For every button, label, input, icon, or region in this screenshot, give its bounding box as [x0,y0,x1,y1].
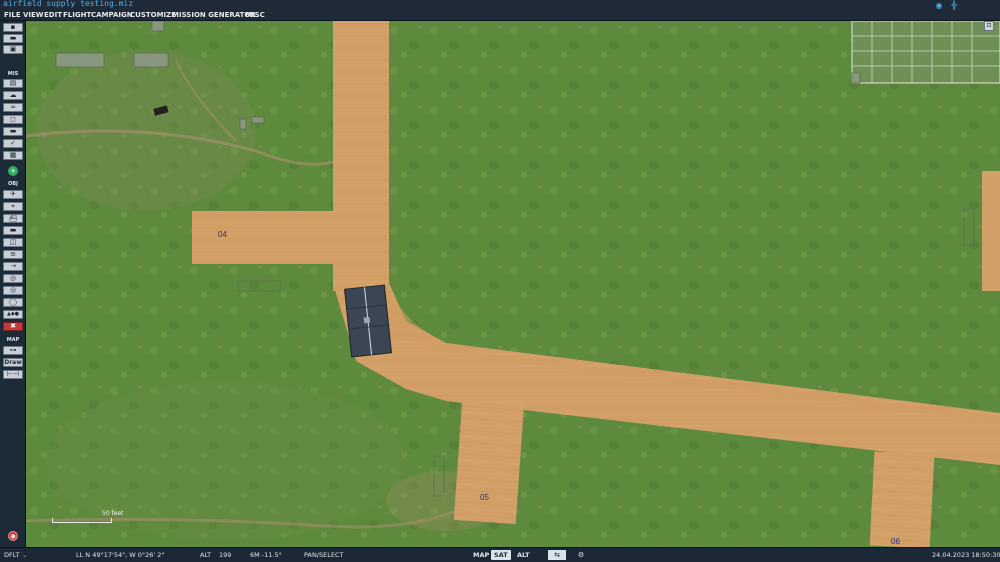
map-mode-alt[interactable]: ALT [514,550,533,560]
delete-icon[interactable]: ✖ [3,322,23,331]
menu-misc[interactable]: MISC [245,11,265,19]
draw-button[interactable]: Draw [3,358,23,367]
antenna-icon[interactable]: ╬ [949,1,959,10]
section-mis-label: MIS [7,71,19,77]
menu-bar: FILE VIEW EDIT FLIGHT CAMPAIGN CUSTOMIZE… [0,10,1000,21]
parked-aircraft [344,284,392,358]
map-view[interactable]: 04 05 06 50 feet ⊡ [26,21,1000,547]
fenced-grid-area [851,21,1000,84]
shapes-icon[interactable]: ▲◆● [3,310,23,319]
map-mode-sat[interactable]: SAT [491,550,511,560]
section-map-label: MAP [6,337,20,343]
static-object-icon[interactable]: ◫ [3,238,23,247]
taxiway-label-05: 05 [480,493,489,502]
helicopter-icon[interactable]: ⌖ [3,202,23,211]
compass-icon[interactable]: ◉ [8,531,18,541]
mode-label: PAN/SELECT [304,551,344,559]
add-group-icon[interactable]: + [8,166,18,176]
menu-file[interactable]: FILE [4,11,21,19]
goals-icon[interactable]: ◻ [3,115,23,124]
weather-icon[interactable]: ☁ [3,91,23,100]
ruler-icon[interactable]: ⊢⊣ [3,370,23,379]
map-close-icon[interactable]: ⊡ [984,21,994,31]
circle-zone-icon[interactable]: ◯ [3,298,23,307]
menu-edit[interactable]: EDIT [44,11,62,19]
aircraft-icon[interactable]: ✈ [3,190,23,199]
ship-icon[interactable]: ⛴ [3,214,23,223]
menu-flight[interactable]: FLIGHT [63,11,91,19]
briefing-icon[interactable]: ▤ [3,79,23,88]
save-icon[interactable]: ▣ [3,45,23,54]
profile-dropdown-icon[interactable]: ⌄ [22,551,27,559]
wifi-icon[interactable]: ◉ [934,1,944,10]
status-bar: DFLT ⌄ LL N 49°17'54", W 0°26' 2" ALT 19… [0,547,1000,562]
taxiway-label-06: 06 [891,537,900,546]
layers-icon[interactable]: ⇆ [548,550,566,560]
resources-icon[interactable]: ▬ [3,127,23,136]
date-time: 24.04.2023 18:50:30 [932,551,1000,559]
window-title: airfield supply testing.miz [3,0,134,8]
title-bar: airfield supply testing.miz ◉ ╬ [0,0,1000,10]
coordinates-readout: LL N 49°17'54", W 0°26' 2" [76,551,165,559]
measure-icon[interactable]: ⊶ [3,346,23,355]
menu-view[interactable]: VIEW [23,11,44,19]
menu-customize[interactable]: CUSTOMIZE [130,11,176,19]
check-icon[interactable]: ✓ [3,139,23,148]
menu-campaign[interactable]: CAMPAIGN [91,11,133,19]
altitude-label: ALT [200,551,212,559]
taxiway-label-04: 04 [218,230,227,239]
target-icon[interactable]: ◎ [3,286,23,295]
scale-label: 50 feet [102,510,124,517]
open-folder-icon[interactable]: ▬ [3,34,23,43]
settings-icon[interactable]: ⚙ [572,550,590,560]
triggers-icon[interactable]: ≈ [3,103,23,112]
zone-icon[interactable]: ◎ [3,274,23,283]
profile-label[interactable]: DFLT [4,551,19,559]
magnetic-variation: 6M -11.5° [250,551,282,559]
map-mode-map[interactable]: MAP [470,550,492,560]
menu-mission-generator[interactable]: MISSION GENERATOR [172,11,256,19]
section-obj-label: OBJ [8,181,18,187]
train-icon[interactable]: ≡ [3,250,23,259]
altitude-value: 199 [219,551,232,559]
overview-icon[interactable]: ▦ [3,151,23,160]
vehicle-icon[interactable]: ▬ [3,226,23,235]
scale-bar [52,518,112,523]
route-icon[interactable]: ⇢ [3,262,23,271]
left-toolbar: ▪ ▬ ▣ MIS ▤ ☁ ≈ ◻ ▬ ✓ ▦ + OBJ ✈ ⌖ ⛴ ▬ ◫ … [0,21,26,547]
new-file-icon[interactable]: ▪ [3,23,23,32]
satellite-imagery [26,21,1000,547]
